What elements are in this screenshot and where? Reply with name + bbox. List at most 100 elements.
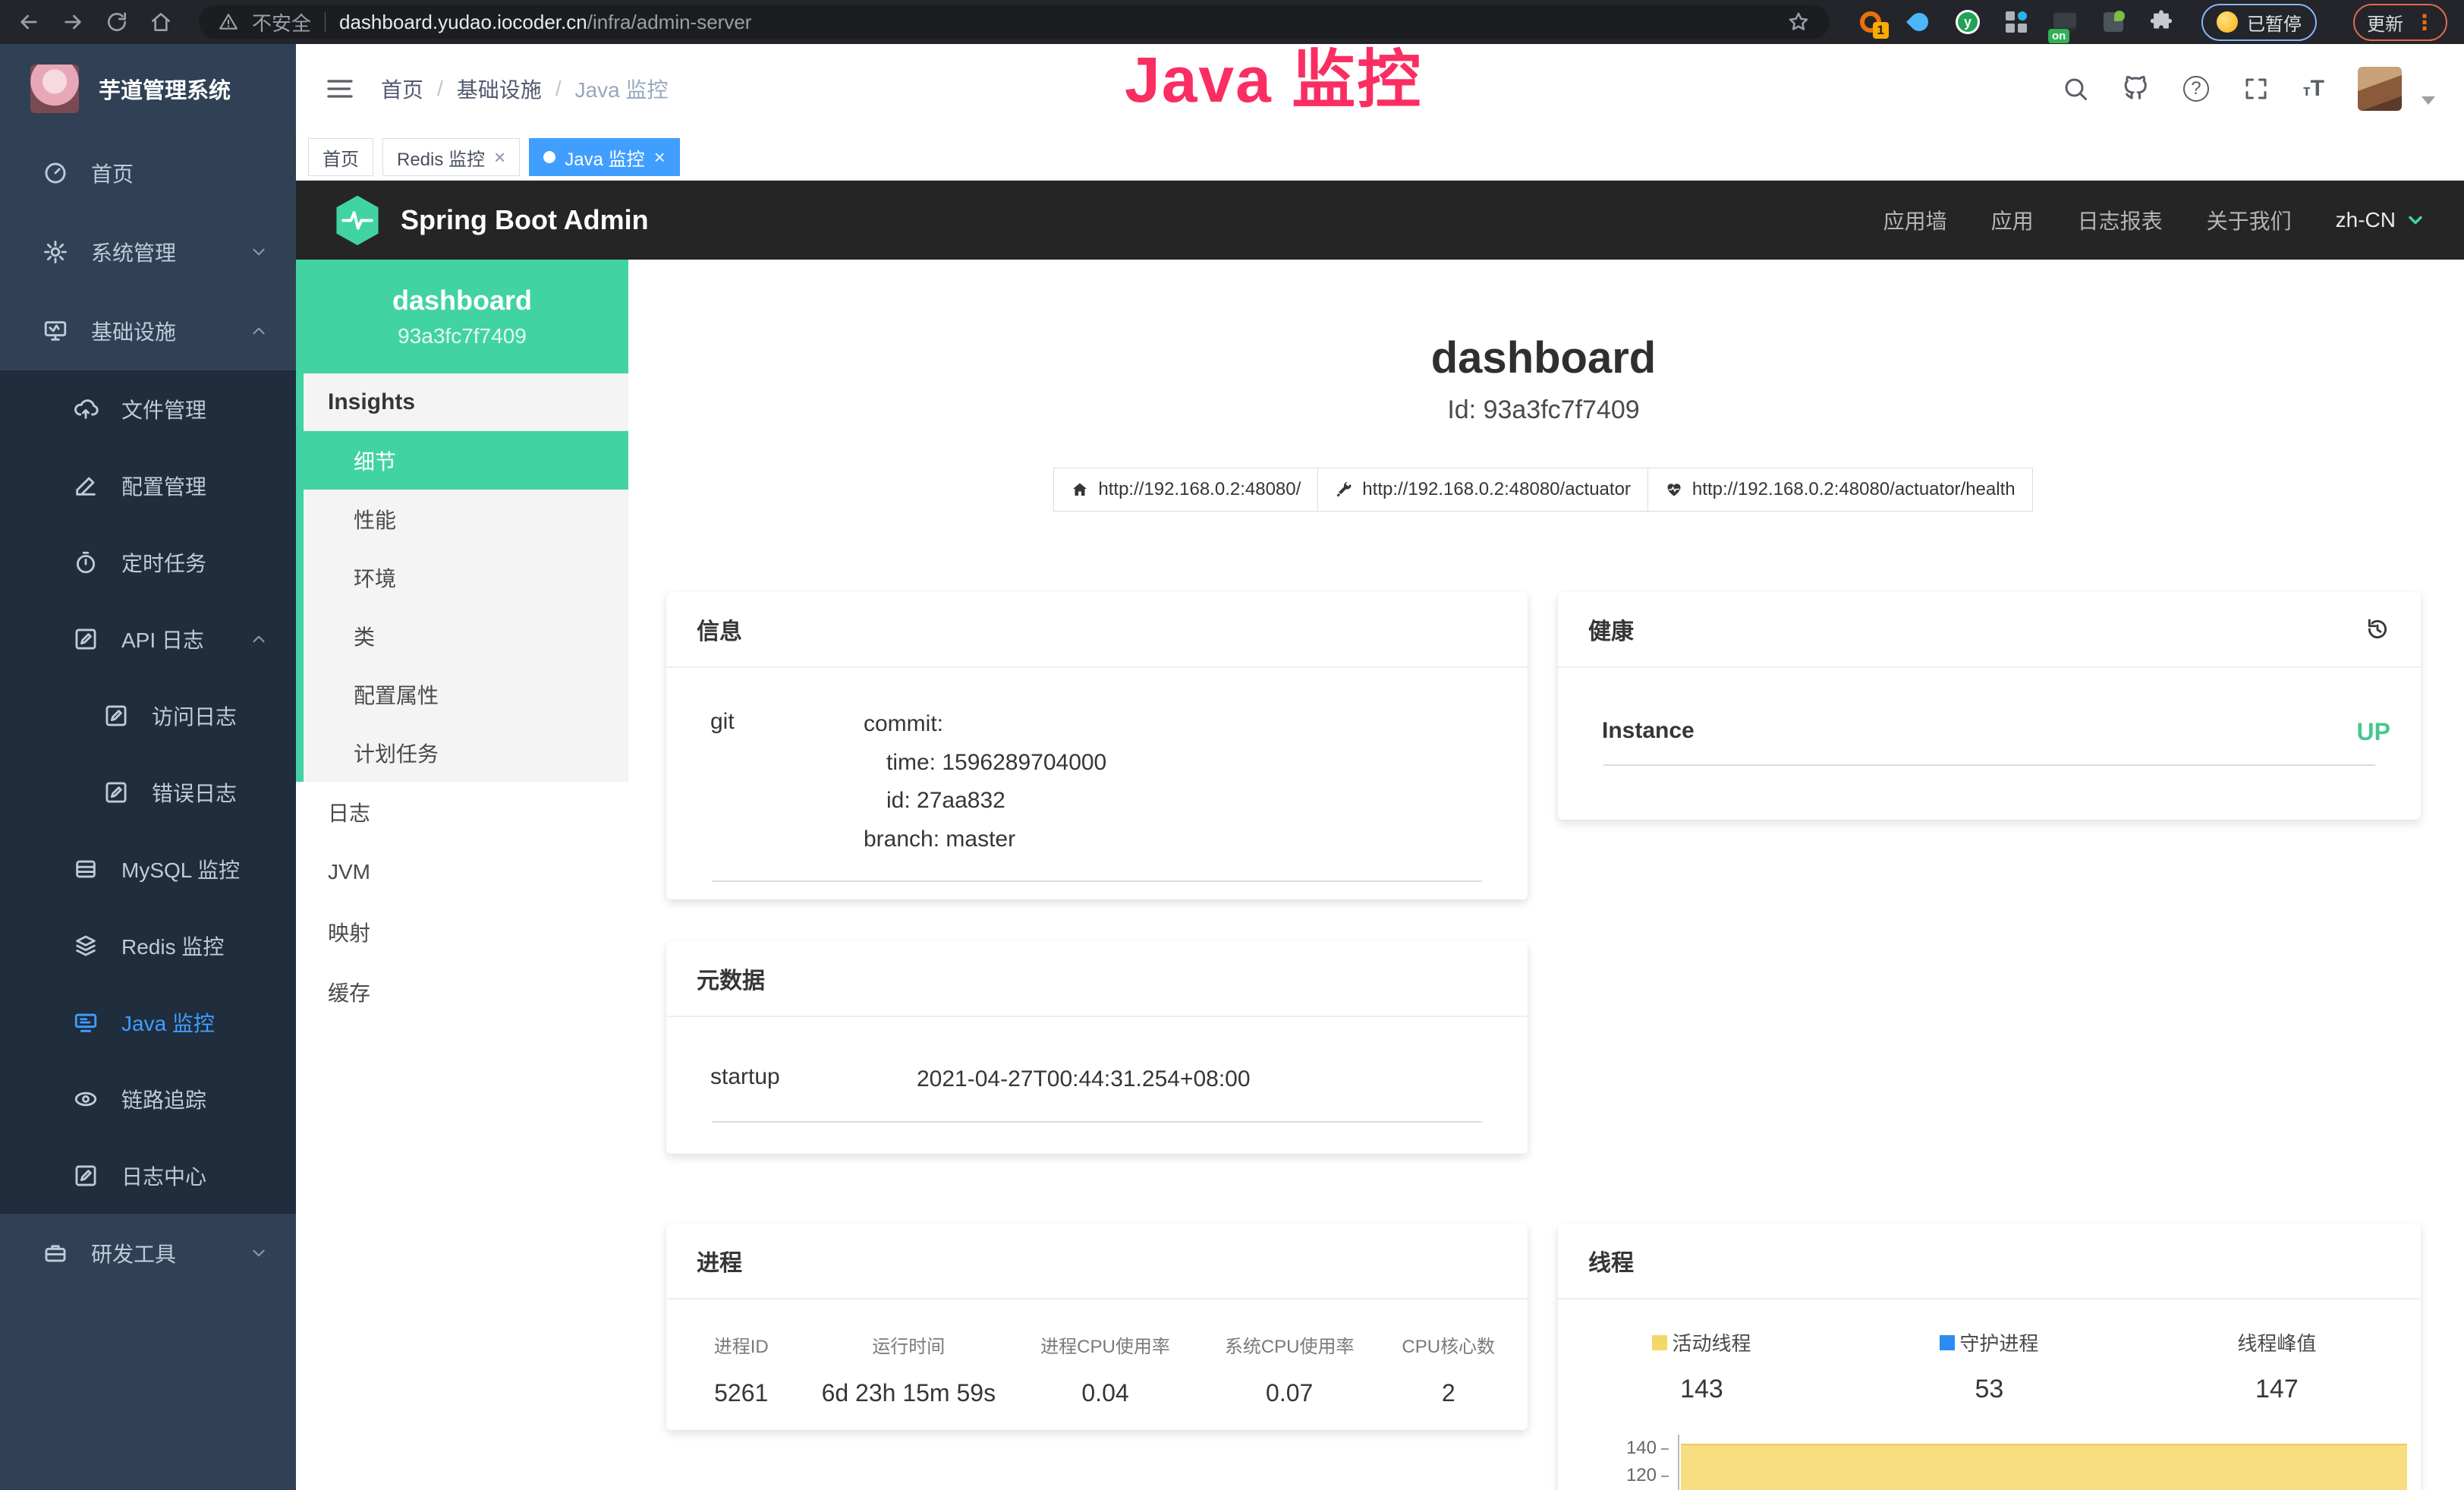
- extension-icon-3[interactable]: y: [1954, 8, 1981, 36]
- sidebar-item-home[interactable]: 首页: [0, 134, 296, 213]
- font-size-icon[interactable]: тT: [2303, 76, 2324, 102]
- breadcrumb-current: Java 监控: [575, 74, 669, 104]
- startup-row: startup 2021-04-27T00:44:31.254+08:00: [666, 1017, 1528, 1103]
- legend-live-threads: 活动线程 143: [1558, 1328, 1846, 1404]
- sba-brand[interactable]: Spring Boot Admin: [401, 204, 649, 236]
- update-button[interactable]: 更新⋮: [2353, 4, 2447, 41]
- health-url-button[interactable]: http://192.168.0.2:48080/actuator/health: [1647, 468, 2033, 512]
- extension-icon-6[interactable]: [2100, 8, 2127, 36]
- close-icon[interactable]: ×: [494, 146, 505, 169]
- side-item-logs[interactable]: 日志: [296, 782, 628, 842]
- side-item-details[interactable]: 细节: [304, 431, 628, 490]
- fullscreen-icon[interactable]: [2242, 75, 2270, 102]
- side-item-scheduled-tasks[interactable]: 计划任务: [304, 723, 628, 782]
- sba-nav-wallboard[interactable]: 应用墙: [1883, 205, 1947, 235]
- extension-icon-1[interactable]: 1: [1857, 8, 1884, 36]
- user-avatar[interactable]: [2358, 67, 2402, 111]
- briefcase-icon: [42, 1240, 68, 1266]
- heartbeat-icon: [1665, 480, 1683, 499]
- chevron-down-icon: [249, 1243, 269, 1263]
- extensions-puzzle-icon[interactable]: [2148, 9, 2174, 35]
- database-icon: [73, 856, 99, 882]
- search-icon[interactable]: [2062, 75, 2089, 102]
- emoji-face-icon: [2217, 11, 2238, 33]
- bookmark-star-icon[interactable]: [1787, 11, 1810, 33]
- process-card-title: 进程: [697, 1244, 742, 1277]
- startup-key: startup: [697, 1064, 917, 1103]
- monitor-icon: [42, 318, 68, 344]
- insights-section-title[interactable]: Insights: [304, 373, 628, 431]
- home-icon[interactable]: [149, 10, 173, 34]
- infra-submenu: 文件管理 配置管理 定时任务 API 日志 访问日志: [0, 370, 296, 1214]
- close-icon[interactable]: ×: [654, 146, 666, 169]
- side-item-jvm[interactable]: JVM: [296, 842, 628, 902]
- sidebar-item-java-monitor[interactable]: Java 监控: [0, 984, 296, 1060]
- tab-redis-monitor[interactable]: Redis 监控×: [382, 138, 520, 176]
- sidebar-item-api-log[interactable]: API 日志: [0, 600, 296, 677]
- process-card: 进程 进程ID5261 运行时间6d 23h 15m 59s 进程CPU使用率0…: [666, 1224, 1528, 1430]
- locale-select[interactable]: zh-CN: [2336, 208, 2426, 232]
- actuator-url-button[interactable]: http://192.168.0.2:48080/actuator: [1317, 468, 1648, 512]
- status-badge: UP: [2357, 718, 2390, 746]
- extension-icon-4[interactable]: [2003, 8, 2030, 36]
- reload-icon[interactable]: [105, 10, 129, 34]
- back-icon[interactable]: [17, 10, 41, 34]
- history-icon[interactable]: [2365, 616, 2390, 642]
- sidebar-item-jobs[interactable]: 定时任务: [0, 524, 296, 600]
- sidebar-item-files[interactable]: 文件管理: [0, 370, 296, 447]
- sba-nav-journal[interactable]: 日志报表: [2078, 205, 2163, 235]
- layers-icon: [73, 933, 99, 959]
- legend-daemon-threads: 守护进程 53: [1846, 1328, 2133, 1404]
- sba-logo-icon[interactable]: [334, 194, 381, 246]
- github-icon[interactable]: [2123, 75, 2150, 102]
- sidebar-item-config[interactable]: 配置管理: [0, 447, 296, 524]
- extension-icon-2[interactable]: [1905, 8, 1933, 36]
- paused-badge[interactable]: 已暂停: [2201, 4, 2317, 41]
- side-item-classes[interactable]: 类: [304, 606, 628, 665]
- startup-value: 2021-04-27T00:44:31.254+08:00: [917, 1064, 1251, 1095]
- breadcrumb-infra[interactable]: 基础设施: [457, 74, 542, 104]
- sidebar-item-redis[interactable]: Redis 监控: [0, 907, 296, 984]
- forward-icon[interactable]: [61, 10, 85, 34]
- side-item-caches[interactable]: 缓存: [296, 962, 628, 1022]
- sidebar-item-tracing[interactable]: 链路追踪: [0, 1060, 296, 1137]
- side-item-mappings[interactable]: 映射: [296, 902, 628, 962]
- side-item-environment[interactable]: 环境: [304, 548, 628, 606]
- sidebar-item-log-center[interactable]: 日志中心: [0, 1137, 296, 1214]
- browser-menu-icon[interactable]: ⋮: [2414, 10, 2434, 35]
- side-item-metrics[interactable]: 性能: [304, 490, 628, 548]
- instance-header[interactable]: dashboard 93a3fc7f7409: [296, 260, 628, 373]
- sidebar-item-access-log[interactable]: 访问日志: [0, 677, 296, 754]
- screen: 不安全 dashboard.yudao.iocoder.cn/infra/adm…: [0, 0, 2464, 1490]
- sidebar-item-error-log[interactable]: 错误日志: [0, 754, 296, 830]
- process-table: 进程ID5261 运行时间6d 23h 15m 59s 进程CPU使用率0.04…: [666, 1299, 1528, 1407]
- blue-swatch-icon: [1940, 1335, 1955, 1350]
- tags-bar: 首页 Redis 监控× Java 监控×: [296, 134, 2464, 181]
- sidebar-logo[interactable]: 芋道管理系统: [0, 44, 296, 134]
- address-bar[interactable]: 不安全 dashboard.yudao.iocoder.cn/infra/adm…: [199, 5, 1830, 39]
- tab-home[interactable]: 首页: [308, 138, 373, 176]
- sidebar-item-dev-tools[interactable]: 研发工具: [0, 1214, 296, 1293]
- doc-edit-icon: [73, 1163, 99, 1189]
- avatar-caret-icon[interactable]: [2422, 96, 2435, 105]
- chevron-down-icon: [2405, 209, 2426, 231]
- side-item-config-props[interactable]: 配置属性: [304, 665, 628, 723]
- sidebar-item-system[interactable]: 系统管理: [0, 213, 296, 291]
- sidebar-item-mysql[interactable]: MySQL 监控: [0, 830, 296, 907]
- doc-edit-icon: [103, 780, 129, 805]
- extension-icon-5[interactable]: on: [2051, 8, 2079, 36]
- sba-nav-about[interactable]: 关于我们: [2207, 205, 2292, 235]
- hamburger-icon[interactable]: [325, 74, 355, 104]
- daemon-threads-value: 53: [1846, 1375, 2133, 1404]
- service-url-button[interactable]: http://192.168.0.2:48080/: [1053, 468, 1318, 512]
- help-icon[interactable]: ?: [2183, 76, 2209, 102]
- chevron-up-icon: [249, 321, 269, 341]
- peak-threads-value: 147: [2133, 1375, 2421, 1404]
- annotation-text: Java 监控: [1125, 29, 1422, 121]
- sba-sidebar: dashboard 93a3fc7f7409 Insights 细节 性能 环境…: [296, 260, 628, 1490]
- info-card-title: 信息: [697, 613, 742, 646]
- breadcrumb-home[interactable]: 首页: [381, 74, 423, 104]
- tab-java-monitor[interactable]: Java 监控×: [529, 138, 680, 176]
- sba-nav-applications[interactable]: 应用: [1991, 205, 2034, 235]
- sidebar-item-infra[interactable]: 基础设施: [0, 291, 296, 370]
